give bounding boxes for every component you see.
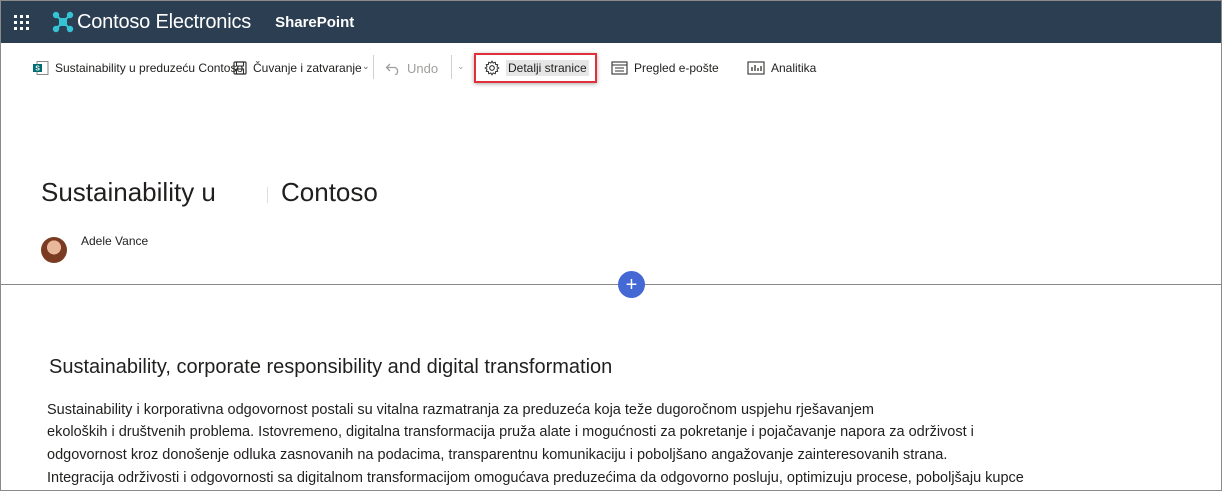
svg-text:S: S: [35, 66, 40, 73]
undo-label: Undo: [407, 60, 439, 76]
email-preview-label: Pregled e-pošte: [634, 61, 719, 75]
undo-button[interactable]: Undo: [385, 57, 438, 79]
analytics-button[interactable]: Analitika: [747, 57, 816, 79]
author-byline[interactable]: Adele Vance: [41, 234, 149, 263]
paragraph-line[interactable]: Sustainability i korporativna odgovornos…: [47, 402, 874, 418]
sharepoint-page-icon: S: [33, 61, 49, 75]
author-name: Adele Vance: [81, 234, 149, 248]
save-close-button[interactable]: Čuvanje i zatvaranje: [233, 57, 362, 79]
save-dropdown-chevron-icon[interactable]: ⌄: [362, 61, 370, 72]
page-title-continued[interactable]: Contoso: [281, 177, 378, 208]
undo-icon: [385, 61, 401, 75]
section-heading[interactable]: Sustainability, corporate responsibility…: [49, 356, 612, 379]
brand-name: Contoso Electronics: [77, 10, 252, 33]
paragraph-line[interactable]: ekoloških i društvenih problema. Istovre…: [47, 424, 974, 440]
command-bar: S Sustainability u preduzeću Contoso Čuv…: [1, 45, 1221, 89]
page-title[interactable]: Sustainability u: [41, 177, 216, 208]
app-launcher-button[interactable]: [1, 1, 41, 43]
section-divider: [1, 284, 1221, 285]
save-close-label: Čuvanje i zatvaranje: [253, 61, 362, 75]
analytics-label: Analitika: [771, 61, 817, 75]
page-name-button[interactable]: S Sustainability u preduzeću Contoso: [33, 57, 243, 79]
suite-bar: Contoso Electronics SharePoint: [1, 1, 1221, 43]
waffle-icon: [13, 14, 29, 30]
email-preview-icon: [611, 61, 628, 75]
paragraph-line[interactable]: odgovornost kroz donošenje odluka zasnov…: [47, 447, 947, 463]
page-details-label: Detalji stranice: [506, 60, 589, 76]
contoso-logo-icon: [52, 11, 74, 33]
add-section-button[interactable]: +: [618, 271, 645, 298]
paragraph-line[interactable]: Integracija održivosti i odgovornosti sa…: [47, 470, 1024, 486]
separator: [451, 55, 452, 79]
brand[interactable]: Contoso Electronics: [51, 10, 251, 34]
page-details-button[interactable]: Detalji stranice: [474, 53, 597, 83]
undo-dropdown-chevron-icon[interactable]: ⌄: [457, 61, 465, 72]
separator: [373, 55, 374, 79]
avatar: [41, 237, 67, 263]
plus-icon: +: [625, 273, 638, 296]
email-preview-button[interactable]: Pregled e-pošte: [611, 57, 719, 79]
analytics-icon: [747, 61, 765, 75]
gear-icon: [484, 60, 500, 76]
app-name[interactable]: SharePoint: [275, 14, 354, 31]
save-icon: [233, 61, 247, 75]
text-caret: [267, 187, 268, 203]
page-name-label: Sustainability u preduzeću Contoso: [55, 61, 244, 75]
